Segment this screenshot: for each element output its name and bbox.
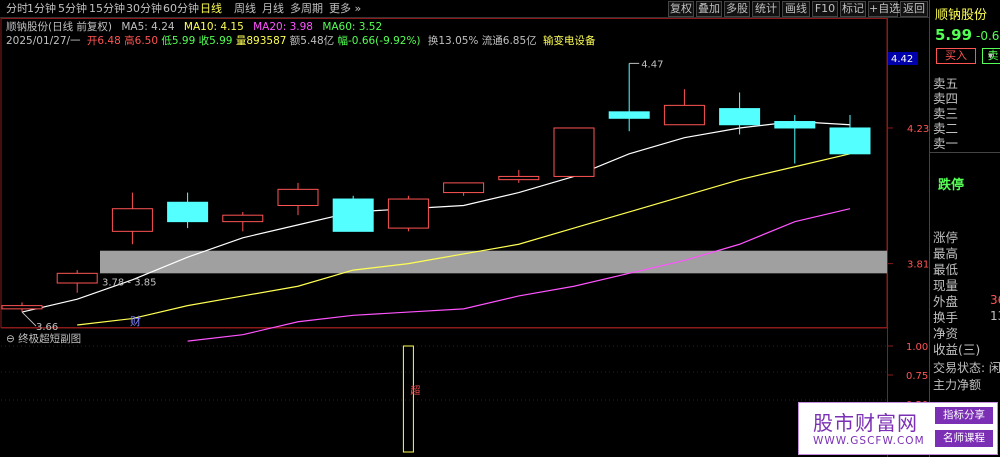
info-turnover: 换13.05%: [427, 35, 479, 47]
ma10-value: MA10: 4.15: [183, 21, 244, 33]
price-tick-label: 3.81: [907, 260, 929, 271]
stat-label-7: 收益(三): [933, 342, 981, 357]
candle: [443, 182, 485, 196]
sub-chart-name: 终极超短副图: [18, 333, 82, 345]
sub-chart-title[interactable]: ⊖ 终极超短副图: [6, 331, 81, 346]
info-open: 开6.48: [86, 35, 121, 47]
sell-level-1: 卖一: [933, 136, 959, 151]
sub-tick-label: 0.75: [906, 371, 928, 382]
buy-button[interactable]: 买入: [936, 48, 976, 64]
info-industry: 输变电设备: [543, 35, 596, 47]
info-change: 幅-0.66(-9.92%): [337, 35, 421, 47]
candle-body-down: [829, 127, 871, 155]
info-low: 低5.99: [161, 35, 196, 47]
signal-label: 超: [410, 384, 420, 397]
panel-change: -0.66: [976, 29, 1000, 43]
candle-body-up: [1, 305, 43, 310]
candle: [56, 270, 98, 293]
high-price-label: 4.47: [641, 59, 663, 70]
candle-body-up: [663, 104, 705, 126]
watermark-tag1: 指标分享: [935, 407, 993, 424]
candle-body-down: [332, 198, 374, 232]
huanshou-value: 13: [990, 309, 1000, 323]
candle: [332, 195, 374, 232]
ohlc-info-bar: 2025/01/27/一 开6.48 高6.50 低5.99 收5.99 量89…: [6, 33, 596, 48]
ma60-value: MA60: 3.52: [322, 21, 383, 33]
candle-body-down: [608, 111, 650, 119]
collapse-icon[interactable]: ⊖: [6, 333, 15, 345]
candle: [387, 195, 429, 232]
main-funds: 主力净额: [933, 378, 982, 392]
limit-down-label: 跌停: [938, 178, 965, 193]
watermark-title: 股市财富网: [813, 411, 918, 435]
candle: [719, 92, 761, 135]
candle: [608, 63, 650, 132]
ma5-value: MA5: 4.24: [121, 21, 175, 33]
panel-price: 5.99: [935, 26, 973, 44]
price-tick-label: 4.23: [907, 124, 929, 135]
ma20-line: [187, 208, 851, 342]
candle-body-up: [387, 198, 429, 229]
candle-body-up: [443, 182, 485, 194]
info-amount: 额5.48亿: [289, 35, 335, 47]
panel-divider: [930, 152, 1000, 153]
candle: [663, 89, 705, 126]
ma10-line: [77, 153, 851, 326]
waipan-value: 36: [990, 293, 1000, 307]
info-date: 2025/01/27/一: [6, 35, 81, 47]
support-band: [100, 250, 887, 274]
candle: [111, 192, 153, 245]
candle: [774, 115, 816, 164]
trade-status: 交易状态: 闲: [933, 361, 1000, 375]
quote-panel: 顺钠股份 5.99 -0.66 买入 卖 ▾ 跌停 36 13 交易状态: 闲 …: [929, 0, 1000, 457]
candle: [829, 115, 871, 155]
candle-body-down: [719, 108, 761, 126]
watermark-tag2: 名师课程: [935, 430, 993, 447]
candle-body-up: [553, 127, 595, 177]
finance-marker[interactable]: 财: [130, 314, 141, 328]
candle-body-up: [222, 214, 264, 223]
info-volume: 量893587: [235, 35, 287, 47]
candle-body-up: [56, 272, 98, 284]
candle: [1, 302, 43, 313]
sub-tick-label: 1.00: [906, 342, 928, 353]
ma20-value: MA20: 3.98: [253, 21, 313, 33]
current-price-tag-label: 4.42: [891, 54, 913, 65]
band-range-label: 3.78 - 3.85: [102, 277, 157, 288]
watermark-logo: 股市财富网 WWW.GSCFW.COM 指标分享 名师课程: [798, 402, 998, 455]
panel-stock-name: 顺钠股份: [935, 8, 988, 23]
info-close: 收5.99: [198, 35, 233, 47]
kline-chart: 4.233.814.421.000.750.50 4.473.663.78 - …: [0, 18, 929, 457]
candle: [277, 182, 319, 216]
candle-body-down: [774, 121, 816, 129]
candle-body-up: [277, 188, 319, 206]
candle: [498, 169, 540, 183]
candle: [222, 211, 264, 232]
panel-scroll-icon[interactable]: ▾: [988, 51, 993, 62]
candle-body-up: [111, 208, 153, 232]
info-float: 流通6.85亿: [481, 35, 537, 47]
candle: [553, 127, 595, 177]
info-high: 高6.50: [124, 35, 159, 47]
stock-title: 顺钠股份(日线 前复权): [6, 21, 113, 33]
low-label-leader: [21, 311, 37, 327]
ma-info-bar: 顺钠股份(日线 前复权) MA5: 4.24 MA10: 4.15 MA20: …: [6, 19, 382, 34]
candle-body-down: [167, 201, 209, 223]
watermark-url: WWW.GSCFW.COM: [813, 435, 925, 447]
signal-bar: [402, 345, 414, 453]
candle: [167, 192, 209, 229]
candle-body-up: [498, 175, 540, 181]
